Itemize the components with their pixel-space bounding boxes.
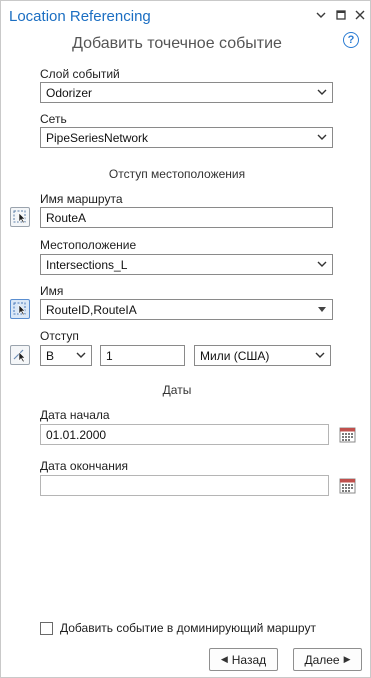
offset-value-input[interactable]: 1 bbox=[100, 345, 185, 366]
route-name-input[interactable]: RouteA bbox=[40, 207, 333, 228]
back-button-label: Назад bbox=[231, 652, 267, 667]
event-layer-label: Слой событий bbox=[40, 67, 120, 81]
offset-units-value: Мили (США) bbox=[200, 349, 270, 363]
chevron-down-icon bbox=[317, 89, 327, 95]
chevron-down-icon bbox=[317, 134, 327, 140]
start-date-value: 01.01.2000 bbox=[46, 428, 107, 442]
offset-value: 1 bbox=[106, 349, 113, 363]
dropdown-arrow-icon bbox=[318, 307, 326, 312]
offset-direction-value: В bbox=[46, 349, 55, 363]
network-value: PipeSeriesNetwork bbox=[46, 131, 149, 145]
pane-title: Location Referencing bbox=[9, 8, 151, 25]
offset-direction-select[interactable]: В bbox=[40, 345, 92, 366]
dates-heading: Даты bbox=[162, 383, 192, 397]
help-icon[interactable]: ? bbox=[343, 32, 359, 48]
menu-chevron-icon[interactable] bbox=[313, 7, 329, 23]
close-icon[interactable] bbox=[352, 7, 368, 23]
back-button[interactable]: ◀ Назад bbox=[209, 648, 278, 671]
name-label: Имя bbox=[40, 284, 64, 298]
add-point-event-pane: Location Referencing Добавить точечное с… bbox=[0, 0, 371, 678]
location-label: Местоположение bbox=[40, 238, 137, 252]
name-select[interactable]: RouteID,RouteIA bbox=[40, 299, 333, 320]
network-select[interactable]: PipeSeriesNetwork bbox=[40, 127, 333, 148]
offset-label: Отступ bbox=[40, 329, 79, 343]
maximize-icon[interactable] bbox=[333, 7, 349, 23]
route-name-value: RouteA bbox=[46, 211, 87, 225]
route-pick-icon[interactable] bbox=[10, 207, 30, 227]
event-layer-value: Odorizer bbox=[46, 86, 93, 100]
chevron-down-icon bbox=[315, 352, 325, 358]
location-select[interactable]: Intersections_L bbox=[40, 254, 333, 275]
arrow-right-icon: ▶ bbox=[343, 654, 351, 664]
location-value: Intersections_L bbox=[46, 258, 128, 272]
offset-units-select[interactable]: Мили (США) bbox=[194, 345, 331, 366]
end-date-input[interactable] bbox=[40, 475, 329, 496]
dominant-route-checkbox[interactable] bbox=[40, 622, 53, 635]
route-name-label: Имя маршрута bbox=[40, 192, 123, 206]
name-value: RouteID,RouteIA bbox=[46, 303, 137, 317]
chevron-down-icon bbox=[76, 352, 86, 358]
point-pick-icon[interactable] bbox=[10, 299, 30, 319]
start-date-label: Дата начала bbox=[40, 408, 110, 422]
network-label: Сеть bbox=[40, 112, 67, 126]
calendar-icon[interactable] bbox=[339, 426, 356, 443]
next-button-label: Далее bbox=[304, 652, 340, 667]
next-button[interactable]: Далее ▶ bbox=[293, 648, 362, 671]
offset-pick-icon[interactable] bbox=[10, 345, 30, 365]
dominant-route-label[interactable]: Добавить событие в доминирующий маршрут bbox=[60, 621, 316, 635]
chevron-down-icon bbox=[317, 261, 327, 267]
event-layer-select[interactable]: Odorizer bbox=[40, 82, 333, 103]
location-offset-heading: Отступ местоположения bbox=[108, 167, 246, 181]
pane-titlebar: Location Referencing bbox=[1, 1, 370, 31]
calendar-icon[interactable] bbox=[339, 477, 356, 494]
arrow-left-icon: ◀ bbox=[220, 654, 228, 664]
page-subtitle: Добавить точечное событие bbox=[72, 35, 282, 52]
end-date-label: Дата окончания bbox=[40, 459, 129, 473]
start-date-input[interactable]: 01.01.2000 bbox=[40, 424, 329, 445]
